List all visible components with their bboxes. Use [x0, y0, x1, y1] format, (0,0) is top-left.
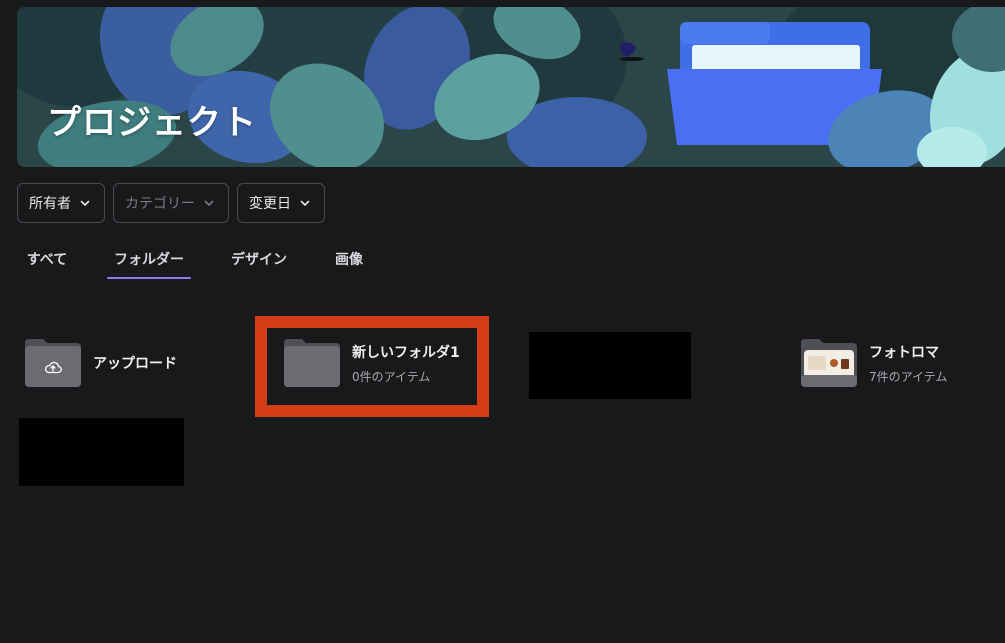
- tab-all-label: すべて: [26, 252, 68, 268]
- folder-icon: [801, 339, 857, 387]
- chevron-down-icon: [79, 197, 91, 209]
- projects-banner: プロジェクト: [17, 7, 1005, 167]
- filter-owner-label: 所有者: [29, 196, 71, 212]
- upload-folder-text: アップロード: [93, 353, 177, 373]
- tab-images[interactable]: 画像: [333, 247, 365, 279]
- page-title: プロジェクト: [47, 103, 257, 143]
- upload-folder-title: アップロード: [93, 356, 177, 372]
- cloud-upload-icon: [44, 359, 62, 378]
- filter-modified-date-label: 変更日: [249, 196, 291, 212]
- highlight-box: [255, 316, 489, 417]
- tab-folders[interactable]: フォルダー: [107, 247, 191, 279]
- tab-designs[interactable]: デザイン: [230, 247, 288, 279]
- chevron-down-icon: [299, 197, 311, 209]
- photoroma-folder-title: フォトロマ: [869, 344, 939, 361]
- tab-images-label: 画像: [335, 252, 363, 268]
- filter-bar: 所有者 カテゴリー 変更日: [17, 183, 325, 223]
- chevron-down-icon: [203, 197, 215, 209]
- tab-folders-label: フォルダー: [114, 252, 184, 268]
- projects-page: プロジェクト 所有者 カテゴリー 変更日 すべて フォルダー デザイン 画像 ア…: [0, 0, 1005, 643]
- photoroma-folder-item[interactable]: フォトロマ 7件のアイテム: [801, 339, 947, 387]
- filter-owner-dropdown[interactable]: 所有者: [17, 183, 105, 223]
- upload-folder-icon: [25, 339, 81, 387]
- redacted-item: [529, 332, 691, 399]
- tab-all[interactable]: すべて: [25, 247, 69, 279]
- photoroma-folder-text: フォトロマ 7件のアイテム: [869, 342, 947, 385]
- upload-folder-item[interactable]: アップロード: [25, 339, 177, 387]
- redacted-item: [19, 418, 184, 486]
- filter-category-dropdown[interactable]: カテゴリー: [113, 183, 229, 223]
- filter-modified-date-dropdown[interactable]: 変更日: [237, 183, 325, 223]
- tab-designs-label: デザイン: [231, 252, 287, 268]
- filter-category-label: カテゴリー: [125, 196, 195, 212]
- photoroma-item-count: 7件のアイテム: [869, 369, 948, 384]
